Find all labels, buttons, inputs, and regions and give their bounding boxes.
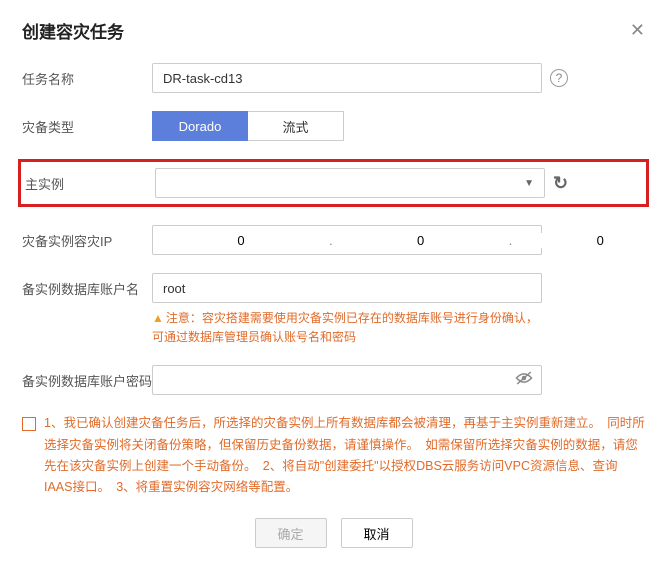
tab-dorado[interactable]: Dorado bbox=[152, 111, 248, 141]
ip-seg-3[interactable] bbox=[512, 233, 667, 248]
label-db-user: 备实例数据库账户名 bbox=[22, 273, 152, 298]
dialog-title: 创建容灾任务 bbox=[22, 18, 124, 43]
dr-ip-input: . . . bbox=[152, 225, 542, 255]
db-pwd-wrap bbox=[152, 365, 542, 395]
backup-type-tabs: Dorado 流式 bbox=[152, 111, 344, 141]
close-icon[interactable]: ✕ bbox=[630, 20, 645, 41]
cancel-button[interactable]: 取消 bbox=[341, 518, 413, 548]
confirm-text: 1、我已确认创建灾备任务后，所选择的灾备实例上所有数据库都会被清理，再基于主实例… bbox=[44, 413, 645, 498]
row-primary-instance: 主实例 ▼ ↻ bbox=[18, 159, 649, 207]
db-user-note: ▲注意：容灾搭建需要使用灾备实例已存在的数据库账号进行身份确认，可通过数据库管理… bbox=[152, 309, 542, 347]
label-primary-instance: 主实例 bbox=[25, 174, 155, 193]
dialog-header: 创建容灾任务 ✕ bbox=[22, 18, 645, 43]
label-backup-type: 灾备类型 bbox=[22, 117, 152, 136]
tab-stream[interactable]: 流式 bbox=[248, 111, 344, 141]
row-dr-ip: 灾备实例容灾IP . . . bbox=[22, 225, 645, 255]
ok-button[interactable]: 确定 bbox=[255, 518, 327, 548]
label-task-name: 任务名称 bbox=[22, 69, 152, 88]
chevron-down-icon: ▼ bbox=[524, 178, 534, 189]
confirm-checkbox[interactable] bbox=[22, 417, 36, 431]
task-name-input[interactable] bbox=[152, 63, 542, 93]
help-icon[interactable]: ? bbox=[550, 69, 568, 87]
row-db-pwd: 备实例数据库账户密码 bbox=[22, 365, 645, 395]
dialog-footer: 确定 取消 bbox=[22, 518, 645, 548]
row-db-user: 备实例数据库账户名 ▲注意：容灾搭建需要使用灾备实例已存在的数据库账号进行身份确… bbox=[22, 273, 645, 347]
create-dr-task-dialog: 创建容灾任务 ✕ 任务名称 ? 灾备类型 Dorado 流式 主实例 ▼ ↻ 灾… bbox=[0, 0, 667, 566]
confirm-block: 1、我已确认创建灾备任务后，所选择的灾备实例上所有数据库都会被清理，再基于主实例… bbox=[22, 413, 645, 498]
db-user-input[interactable] bbox=[152, 273, 542, 303]
row-backup-type: 灾备类型 Dorado 流式 bbox=[22, 111, 645, 141]
eye-off-icon[interactable] bbox=[515, 371, 533, 389]
warning-icon: ▲ bbox=[152, 311, 164, 325]
row-task-name: 任务名称 ? bbox=[22, 63, 645, 93]
label-db-pwd: 备实例数据库账户密码 bbox=[22, 371, 152, 390]
refresh-icon[interactable]: ↻ bbox=[553, 173, 568, 194]
ip-seg-2[interactable] bbox=[333, 233, 509, 248]
db-pwd-input[interactable] bbox=[161, 373, 515, 388]
primary-instance-select[interactable]: ▼ bbox=[155, 168, 545, 198]
label-dr-ip: 灾备实例容灾IP bbox=[22, 231, 152, 250]
ip-seg-1[interactable] bbox=[153, 233, 329, 248]
